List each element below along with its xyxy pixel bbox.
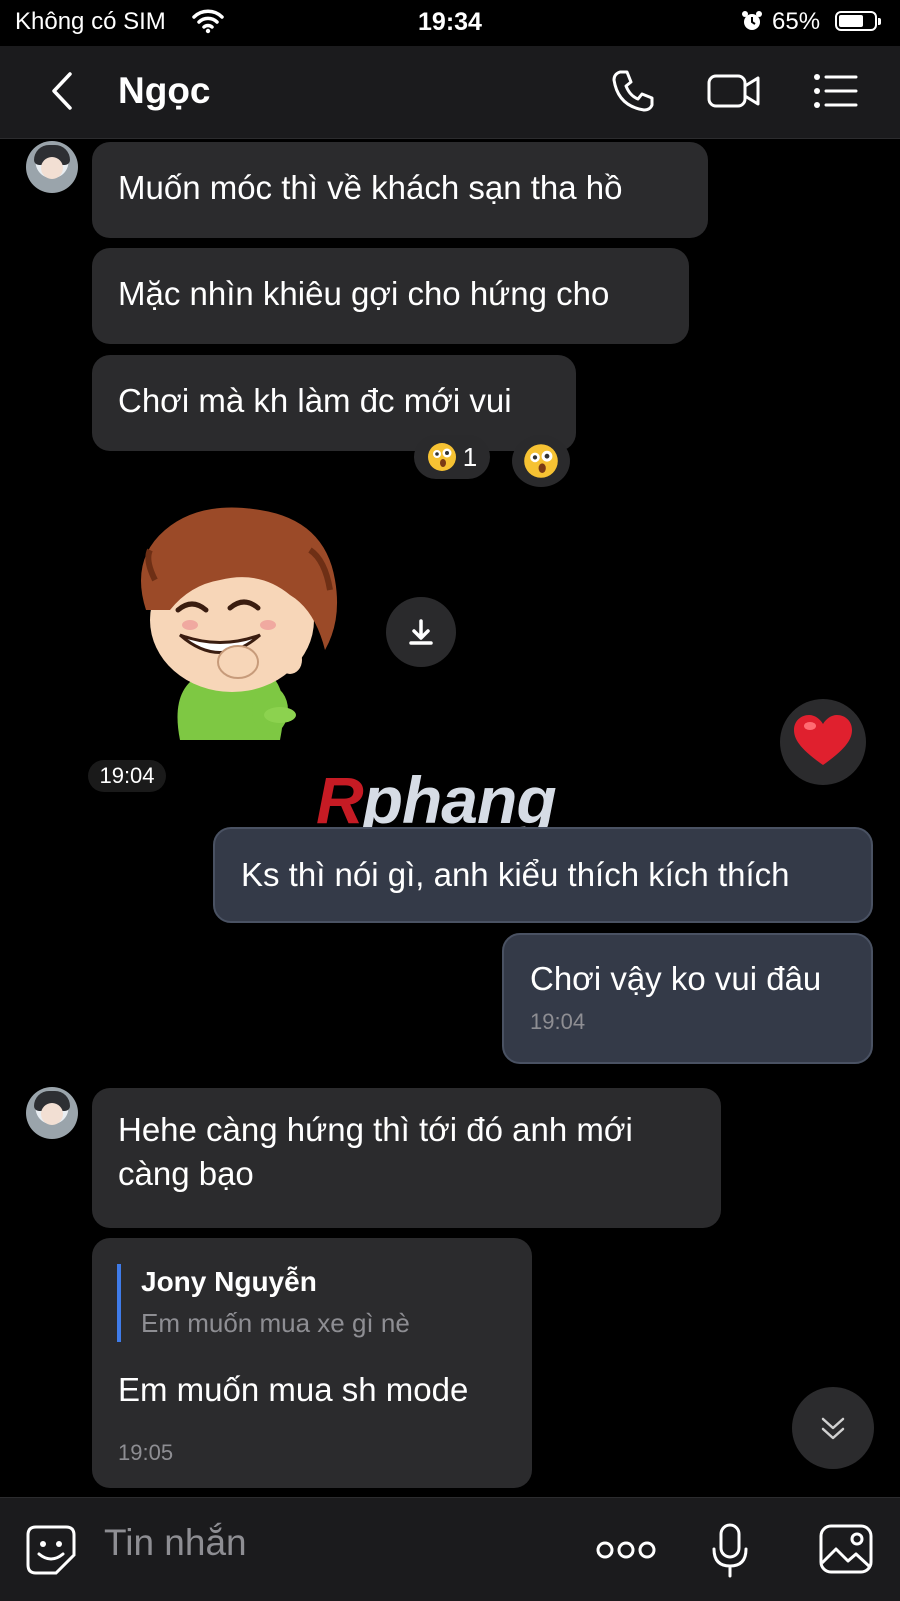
- message-text: Em muốn mua sh mode: [118, 1371, 469, 1408]
- message-text: Chơi mà kh làm đc mới vui: [118, 382, 512, 419]
- message-text: Mặc nhìn khiêu gợi cho hứng cho: [118, 275, 610, 312]
- reaction-count: 1: [462, 441, 478, 472]
- quoted-author: Jony Nguyễn: [141, 1266, 317, 1297]
- image-icon[interactable]: [818, 1523, 874, 1580]
- message-input-bar: Tin nhắn: [0, 1497, 900, 1601]
- message-bubble[interactable]: Chơi mà kh làm đc mới vui: [92, 355, 576, 451]
- message-input[interactable]: Tin nhắn: [104, 1522, 247, 1564]
- message-bubble[interactable]: Hehe càng hứng thì tới đó anh mới càng b…: [92, 1088, 721, 1228]
- mic-icon[interactable]: [710, 1522, 750, 1585]
- heart-icon: [794, 715, 852, 765]
- message-bubble[interactable]: Muốn móc thì về khách sạn tha hồ: [92, 142, 708, 238]
- video-icon[interactable]: [706, 68, 762, 119]
- message-text: Ks thì nói gì, anh kiểu thích kích thích: [241, 856, 790, 893]
- contact-avatar[interactable]: [26, 141, 78, 193]
- outgoing-message-bubble[interactable]: Ks thì nói gì, anh kiểu thích kích thích: [213, 827, 873, 923]
- scroll-to-bottom-button[interactable]: [792, 1387, 874, 1469]
- reaction-summary[interactable]: 1: [414, 435, 490, 479]
- sticker-timestamp: 19:04: [88, 760, 166, 792]
- contact-name[interactable]: Ngọc: [118, 70, 211, 112]
- alarm-icon: [741, 10, 763, 37]
- message-timestamp: 19:04: [530, 1009, 586, 1034]
- more-icon[interactable]: [596, 1538, 656, 1567]
- download-icon: [409, 619, 433, 645]
- message-text: Chơi vậy ko vui đâu: [530, 960, 822, 997]
- quoted-text: Em muốn mua xe gì nè: [141, 1308, 410, 1338]
- download-button[interactable]: [386, 597, 456, 667]
- emoji-reaction-icon: [427, 443, 456, 471]
- message-timestamp: 19:05: [118, 1440, 174, 1465]
- sticker-icon[interactable]: [24, 1523, 78, 1582]
- message-bubble[interactable]: Mặc nhìn khiêu gợi cho hứng cho: [92, 248, 689, 344]
- status-bar: Không có SIM 19:34 65%: [0, 0, 900, 46]
- add-reaction-button[interactable]: [512, 435, 570, 487]
- quoted-message[interactable]: Jony Nguyễn Em muốn mua xe gì nè: [117, 1264, 410, 1342]
- battery-icon: [835, 11, 881, 31]
- emoji-reaction-icon: [524, 444, 558, 478]
- battery-percent: 65%: [772, 8, 821, 35]
- heart-reaction-button[interactable]: [780, 699, 866, 785]
- contact-avatar[interactable]: [26, 1087, 78, 1139]
- back-icon[interactable]: [42, 68, 82, 114]
- message-text: Muốn móc thì về khách sạn tha hồ: [118, 169, 623, 206]
- scroll-down-icon: [821, 1417, 845, 1440]
- menu-icon[interactable]: [812, 68, 858, 119]
- outgoing-message-bubble[interactable]: Chơi vậy ko vui đâu 19:04: [502, 933, 873, 1064]
- sticker-image[interactable]: [120, 500, 360, 760]
- phone-icon[interactable]: [610, 68, 656, 119]
- watermark-logo: Rphang: [316, 763, 557, 837]
- chat-header: Ngọc: [0, 46, 900, 139]
- clock: 19:34: [418, 8, 482, 36]
- reply-message-bubble[interactable]: Jony Nguyễn Em muốn mua xe gì nè Em muốn…: [92, 1238, 532, 1488]
- message-text: Hehe càng hứng thì tới đó anh mới càng b…: [118, 1111, 633, 1192]
